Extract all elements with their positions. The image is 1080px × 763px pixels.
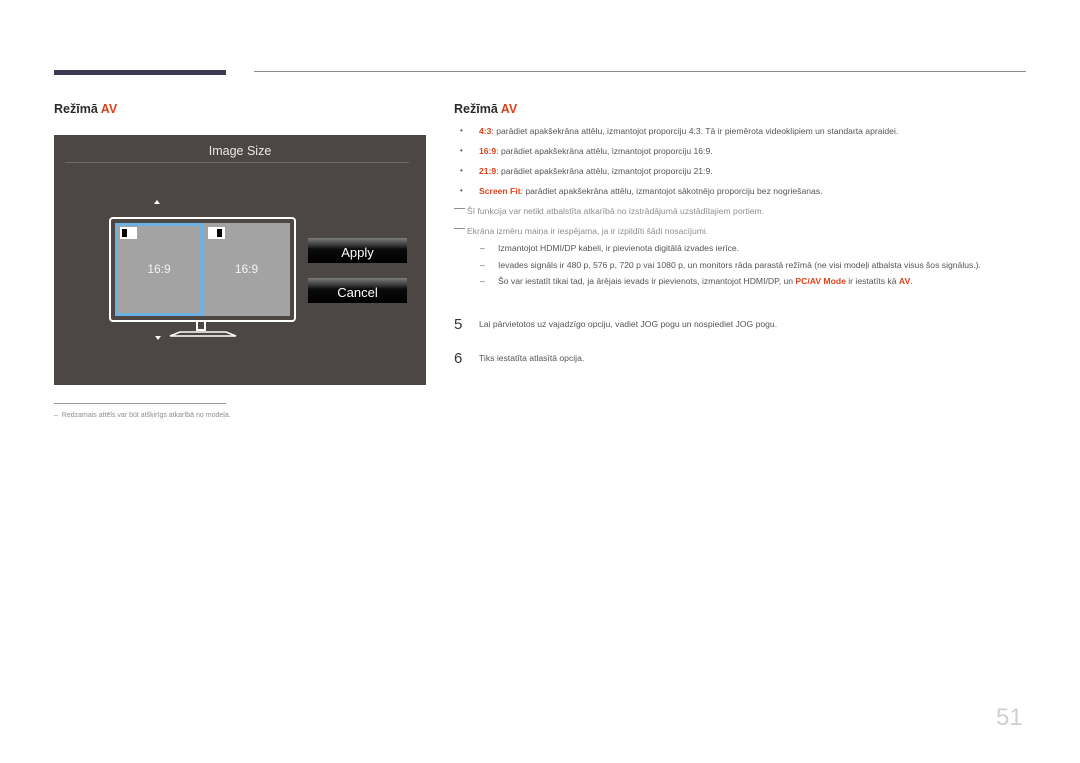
- option-text: : parādiet apakšekrāna attēlu, izmantojo…: [520, 186, 823, 196]
- note-dash-icon: [454, 228, 465, 229]
- pip-right-icon: [208, 227, 225, 239]
- pane-right-label: 16:9: [234, 261, 259, 276]
- option-key: Screen Fit: [479, 186, 521, 196]
- image-size-osd-panel: Image Size 16:9 16:9 Apply Cancel: [54, 135, 426, 385]
- title-prefix: Režīmā: [454, 102, 498, 116]
- pane-right[interactable]: 16:9: [203, 223, 290, 316]
- note-text: Ekrāna izmēru maiņa ir iespējama, ja ir …: [467, 226, 709, 236]
- pip-left-icon: [120, 227, 137, 239]
- condition-text: ir iestatīts kā: [845, 276, 899, 286]
- step-text: Lai pārvietotos uz vajadzīgo opciju, vad…: [479, 319, 778, 329]
- page-number: 51: [996, 704, 1023, 731]
- header-accent-bar: [54, 70, 226, 75]
- monitor-screen: 16:9 16:9: [115, 223, 290, 316]
- pane-left-label: 16:9: [147, 261, 171, 276]
- monitor-illustration: 16:9 16:9: [109, 217, 296, 322]
- condition-list: Izmantojot HDMI/DP kabeli, ir pievienota…: [478, 241, 1038, 291]
- condition-item: Ievades signāls ir 480 p, 576 p, 720 p v…: [478, 258, 1038, 274]
- title-accent: AV: [100, 102, 118, 116]
- arrow-up-icon[interactable]: [154, 200, 160, 204]
- cancel-button[interactable]: Cancel: [308, 278, 407, 303]
- keyword-av: AV: [898, 276, 911, 286]
- option-list: 4:3: parādiet apakšekrāna attēlu, izmant…: [460, 124, 898, 204]
- footnote: – Redzamais attēls var būt atšķirīgs atk…: [54, 412, 231, 419]
- option-key: 21:9: [479, 166, 497, 176]
- left-section-title: Režīmā AV: [54, 102, 117, 116]
- step-item: 6 Tiks iestatīta atlasītā opcija.: [454, 350, 584, 367]
- condition-text: Izmantojot HDMI/DP kabeli, ir pievienota…: [498, 243, 740, 253]
- option-text: : parādiet apakšekrāna attēlu, izmantojo…: [496, 146, 713, 156]
- footnote-text: Redzamais attēls var būt atšķirīgs atkar…: [61, 412, 231, 419]
- footnote-rule: [54, 403, 226, 404]
- step-text: Tiks iestatīta atlasītā opcija.: [479, 353, 585, 363]
- pane-left-selected[interactable]: 16:9: [115, 223, 203, 316]
- step-number: 5: [454, 316, 463, 333]
- apply-button[interactable]: Apply: [308, 238, 407, 263]
- note: Ekrāna izmēru maiņa ir iespējama, ja ir …: [454, 226, 708, 236]
- option-text: : parādiet apakšekrāna attēlu, izmantojo…: [496, 166, 713, 176]
- osd-divider: [65, 162, 409, 163]
- option-key: 16:9: [479, 146, 497, 156]
- header-rule: [254, 71, 1026, 72]
- condition-text: Šo var iestatīt tikai tad, ja ārējais ie…: [498, 276, 796, 286]
- condition-item: Izmantojot HDMI/DP kabeli, ir pievienota…: [478, 241, 1038, 257]
- footnote-dash: –: [54, 412, 62, 419]
- monitor-stand-neck: [196, 322, 206, 331]
- keyword-pc-av-mode: PC/AV Mode: [795, 276, 846, 286]
- arrow-down-icon[interactable]: [155, 336, 161, 340]
- note-dash-icon: [454, 208, 465, 209]
- note-text: Šī funkcija var netikt atbalstīta atkarī…: [467, 206, 765, 216]
- option-item: 21:9: parādiet apakšekrāna attēlu, izman…: [460, 164, 898, 184]
- option-text: : parādiet apakšekrāna attēlu, izmantojo…: [491, 126, 899, 136]
- condition-text: .: [910, 276, 913, 286]
- monitor-stand-base: [169, 331, 237, 337]
- right-section-title: Režīmā AV: [454, 102, 517, 116]
- step-item: 5 Lai pārvietotos uz vajadzīgo opciju, va…: [454, 316, 777, 333]
- note: Šī funkcija var netikt atbalstīta atkarī…: [454, 206, 764, 216]
- title-accent: AV: [500, 102, 518, 116]
- osd-title: Image Size: [208, 144, 272, 158]
- title-prefix: Režīmā: [54, 102, 98, 116]
- option-item: 16:9: parādiet apakšekrāna attēlu, izman…: [460, 144, 898, 164]
- option-item: 4:3: parādiet apakšekrāna attēlu, izmant…: [460, 124, 898, 144]
- step-number: 6: [454, 350, 463, 367]
- option-key: 4:3: [479, 126, 492, 136]
- option-item: Screen Fit: parādiet apakšekrāna attēlu,…: [460, 184, 898, 204]
- condition-item: Šo var iestatīt tikai tad, ja ārējais ie…: [478, 274, 1038, 290]
- condition-text: Ievades signāls ir 480 p, 576 p, 720 p v…: [498, 259, 981, 270]
